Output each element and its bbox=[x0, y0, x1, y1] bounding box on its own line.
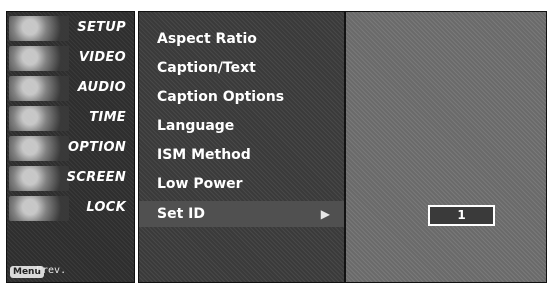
option-low-power[interactable]: Low Power bbox=[157, 171, 342, 197]
option-thumbnail-icon bbox=[9, 136, 69, 161]
menu-item-screen[interactable]: SCREEN bbox=[7, 164, 134, 194]
option-set-id-label: Set ID bbox=[157, 206, 205, 222]
prev-label: Prev. bbox=[36, 265, 67, 276]
menu-item-label: SETUP bbox=[77, 20, 126, 35]
option-aspect-ratio[interactable]: Aspect Ratio bbox=[157, 26, 342, 52]
time-thumbnail-icon bbox=[9, 106, 69, 131]
menu-item-video[interactable]: VIDEO bbox=[7, 44, 134, 74]
prev-hint: Menu Prev. bbox=[7, 264, 134, 282]
menu-item-label: OPTION bbox=[67, 140, 126, 155]
option-caption-text[interactable]: Caption/Text bbox=[157, 55, 342, 81]
menu-item-label: AUDIO bbox=[77, 80, 126, 95]
triangle-right-icon: ▶ bbox=[320, 207, 330, 221]
tv-menu-screen: SETUP VIDEO AUDIO TIME OPTION SCREEN LOC… bbox=[0, 0, 553, 295]
menu-item-lock[interactable]: LOCK bbox=[7, 194, 134, 224]
menu-item-label: VIDEO bbox=[78, 50, 126, 65]
option-caption-options[interactable]: Caption Options bbox=[157, 84, 342, 110]
main-menu-sidebar: SETUP VIDEO AUDIO TIME OPTION SCREEN LOC… bbox=[6, 11, 135, 283]
menu-item-time[interactable]: TIME bbox=[7, 104, 134, 134]
screen-thumbnail-icon bbox=[9, 166, 69, 191]
option-submenu: Aspect Ratio Caption/Text Caption Option… bbox=[138, 11, 345, 283]
menu-item-option[interactable]: OPTION bbox=[7, 134, 134, 164]
menu-item-label: SCREEN bbox=[66, 170, 126, 185]
video-thumbnail-icon bbox=[9, 46, 69, 71]
option-set-id[interactable]: Set ID ▶ bbox=[139, 201, 344, 227]
value-panel: 1 bbox=[345, 11, 547, 283]
set-id-value-box[interactable]: 1 bbox=[428, 205, 495, 226]
option-ism-method[interactable]: ISM Method bbox=[157, 142, 342, 168]
menu-item-setup[interactable]: SETUP bbox=[7, 14, 134, 44]
setup-thumbnail-icon bbox=[9, 16, 69, 41]
menu-item-label: LOCK bbox=[86, 200, 126, 215]
lock-thumbnail-icon bbox=[9, 196, 69, 221]
option-language[interactable]: Language bbox=[157, 113, 342, 139]
menu-item-label: TIME bbox=[89, 110, 126, 125]
audio-thumbnail-icon bbox=[9, 76, 69, 101]
menu-item-audio[interactable]: AUDIO bbox=[7, 74, 134, 104]
